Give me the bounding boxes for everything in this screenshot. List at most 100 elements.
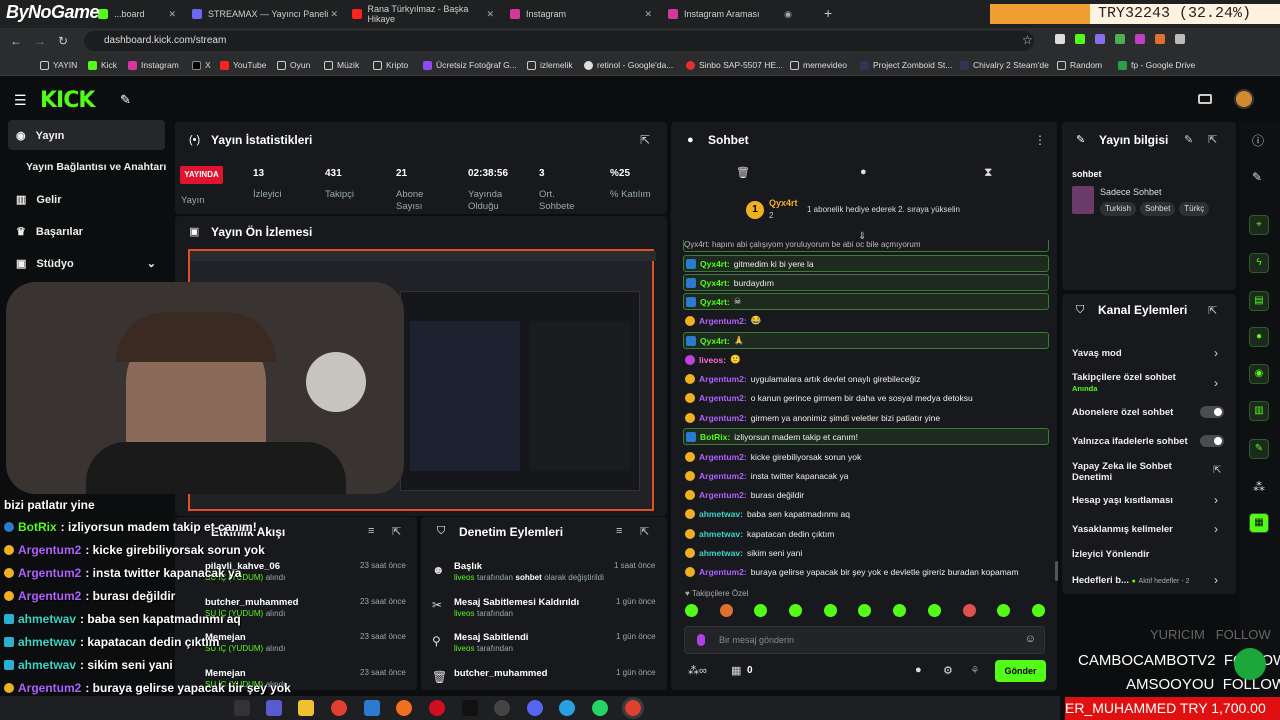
emote-icon[interactable] [1031, 604, 1045, 617]
browser-tab[interactable]: STREAMAX — Yayıncı Paneli ✕ [186, 3, 342, 25]
obs-icon[interactable] [494, 700, 510, 716]
chevron-right-icon[interactable]: › [1214, 376, 1218, 390]
chevron-right-icon[interactable]: › [1214, 493, 1218, 507]
emote-icon[interactable] [789, 604, 803, 617]
extension-icon[interactable] [1175, 34, 1185, 44]
avatar[interactable] [1234, 89, 1254, 109]
chevron-right-icon[interactable]: › [1214, 522, 1218, 536]
sidebar-item-basarilar[interactable]: ♛ Başarılar [16, 225, 83, 239]
chat-scrollbar[interactable] [1055, 561, 1058, 581]
emote-icon[interactable] [685, 604, 698, 617]
chat-username[interactable]: Qyx4rt: [700, 278, 730, 288]
chat-message[interactable]: BotRix: izliyorsun madem takip et canım! [683, 428, 1049, 445]
external-link-icon[interactable]: ⇱ [1213, 465, 1221, 476]
chat-username[interactable]: Argentum2: [699, 452, 747, 462]
chat-username[interactable]: Argentum2: [699, 374, 747, 384]
emote-icon[interactable] [962, 604, 976, 617]
extension-icon[interactable] [1095, 34, 1105, 44]
bookmark[interactable]: Müzik [324, 60, 359, 70]
edit-icon[interactable]: ✎ [1184, 133, 1193, 146]
action-banned-words[interactable]: Yasaklanmış kelimeler [1072, 524, 1222, 535]
chat-username[interactable]: ahmetwav: [699, 548, 743, 558]
hourglass-icon[interactable]: ⧗ [984, 165, 992, 180]
clip-icon[interactable]: ⌖ [1249, 215, 1269, 235]
chat-message[interactable]: Argentum2: girmem ya anonimiz şimdi velet… [683, 409, 1049, 426]
extension-icon[interactable] [1115, 34, 1125, 44]
close-tab-icon[interactable]: ◉ [784, 9, 792, 20]
tag[interactable]: Turkish [1100, 202, 1136, 216]
bookmark[interactable]: Instagram [128, 60, 179, 70]
chevron-right-icon[interactable]: › [1214, 573, 1218, 587]
chat-message[interactable]: Qyx4rt: gitmedim ki bi yere la [683, 255, 1049, 272]
app-icon[interactable] [266, 700, 282, 716]
emote-icon[interactable] [754, 604, 768, 617]
menu-icon[interactable]: ☰ [14, 92, 27, 109]
emote-icon[interactable] [927, 604, 941, 617]
bookmark[interactable]: izlemelik [527, 60, 573, 70]
chat-message[interactable]: Argentum2: kicke girebiliyorsak sorun yok [683, 448, 1049, 465]
chat-message[interactable]: ahmetwav: kapatacan dedin çıktım [683, 525, 1049, 542]
more-vertical-icon[interactable]: ⋮ [1034, 133, 1046, 147]
wrench-icon[interactable]: ✎ [1249, 439, 1269, 459]
bookmark[interactable]: YAYIN [40, 60, 77, 70]
calculator-icon[interactable]: ▦ [1249, 513, 1269, 533]
tag[interactable]: Sohbet [1139, 202, 1176, 216]
forward-icon[interactable]: → [34, 34, 46, 48]
close-tab-icon[interactable]: ✕ [486, 9, 494, 20]
chat-message[interactable]: Argentum2: 😂 [683, 312, 1049, 329]
chat-username[interactable]: Qyx4rt: [700, 259, 730, 269]
reload-icon[interactable]: ↻ [58, 34, 68, 48]
emoji-icon[interactable]: ☺ [1025, 633, 1036, 645]
folder-icon[interactable] [298, 700, 314, 716]
bookmark[interactable]: memevideo [790, 60, 847, 70]
app-icon[interactable] [462, 700, 478, 716]
emote-only-toggle[interactable] [1200, 435, 1224, 447]
bookmark[interactable]: fp - Google Drive [1118, 60, 1195, 70]
action-goals[interactable]: Hedefleri b... ● Aktif hedefler - 2 [1072, 575, 1222, 586]
popout-icon[interactable]: ⇱ [640, 133, 650, 147]
browser-tab[interactable]: Rana Türkyılmaz - Başka Hikaye ✕ [346, 3, 498, 25]
pin-icon[interactable]: ✎ [120, 92, 131, 108]
filter-icon[interactable]: ≡ [368, 525, 374, 537]
chat-username[interactable]: BotRix: [700, 432, 730, 442]
browser-tab[interactable]: Instagram ✕ [504, 3, 656, 25]
info-icon[interactable]: ⓘ [1252, 132, 1264, 149]
discord-icon[interactable] [527, 700, 543, 716]
points-icon[interactable]: ⁂∞ [688, 664, 707, 677]
telegram-icon[interactable] [559, 700, 575, 716]
chevron-right-icon[interactable]: › [1214, 346, 1218, 360]
document-icon[interactable]: ▤ [1249, 291, 1269, 311]
send-button[interactable]: Gönder [995, 660, 1046, 682]
chat-username[interactable]: Argentum2: [699, 490, 747, 500]
popout-icon[interactable]: ⇱ [640, 525, 649, 538]
chat-message[interactable]: Argentum2: o kanun gerince girmem bir dah… [683, 389, 1049, 406]
extension-icon[interactable] [1135, 34, 1145, 44]
mail-icon[interactable] [364, 700, 380, 716]
firefox-icon[interactable] [396, 700, 412, 716]
points-icon[interactable]: ⁂ [1253, 480, 1265, 494]
action-ai-moderation[interactable]: Yapay Zeka ile Sohbet Denetimi [1072, 461, 1192, 483]
action-raid[interactable]: İzleyici Yönlendir [1072, 549, 1222, 560]
emote-icon[interactable] [719, 604, 733, 617]
chat-input[interactable]: Bir mesaj gönderin ☺ [684, 626, 1045, 654]
bookmark[interactable]: Chivalry 2 Steam'de [960, 60, 1049, 70]
chat-username[interactable]: ahmetwav: [699, 529, 743, 539]
popout-icon[interactable]: ⇱ [1208, 133, 1217, 146]
bookmark[interactable]: retinol - Google'da... [584, 60, 673, 70]
browser-tab[interactable]: Instagram Araması ◉ [662, 3, 802, 25]
chat-username[interactable]: Argentum2: [699, 471, 747, 481]
sidebar-item-gelir[interactable]: ▥ Gelir [16, 193, 61, 207]
chat-bubble-icon[interactable]: ● [915, 664, 922, 676]
tag[interactable]: Türkç [1179, 202, 1210, 216]
chat-bubble-icon[interactable]: ● [860, 166, 867, 178]
chat-bubble-icon[interactable]: ● [1249, 327, 1269, 347]
wallet-icon[interactable] [1198, 94, 1212, 104]
bot-icon[interactable]: ⚘ [970, 664, 980, 677]
extension-icon[interactable] [1055, 34, 1065, 44]
bookmark[interactable]: Random [1057, 60, 1102, 70]
bookmark[interactable]: YouTube [220, 60, 266, 70]
bookmark[interactable]: Oyun [277, 60, 310, 70]
lightning-icon[interactable]: ϟ [1249, 253, 1269, 273]
chat-message[interactable]: Argentum2: burası değildir [683, 486, 1049, 503]
chat-username[interactable]: liveos: [699, 355, 726, 365]
